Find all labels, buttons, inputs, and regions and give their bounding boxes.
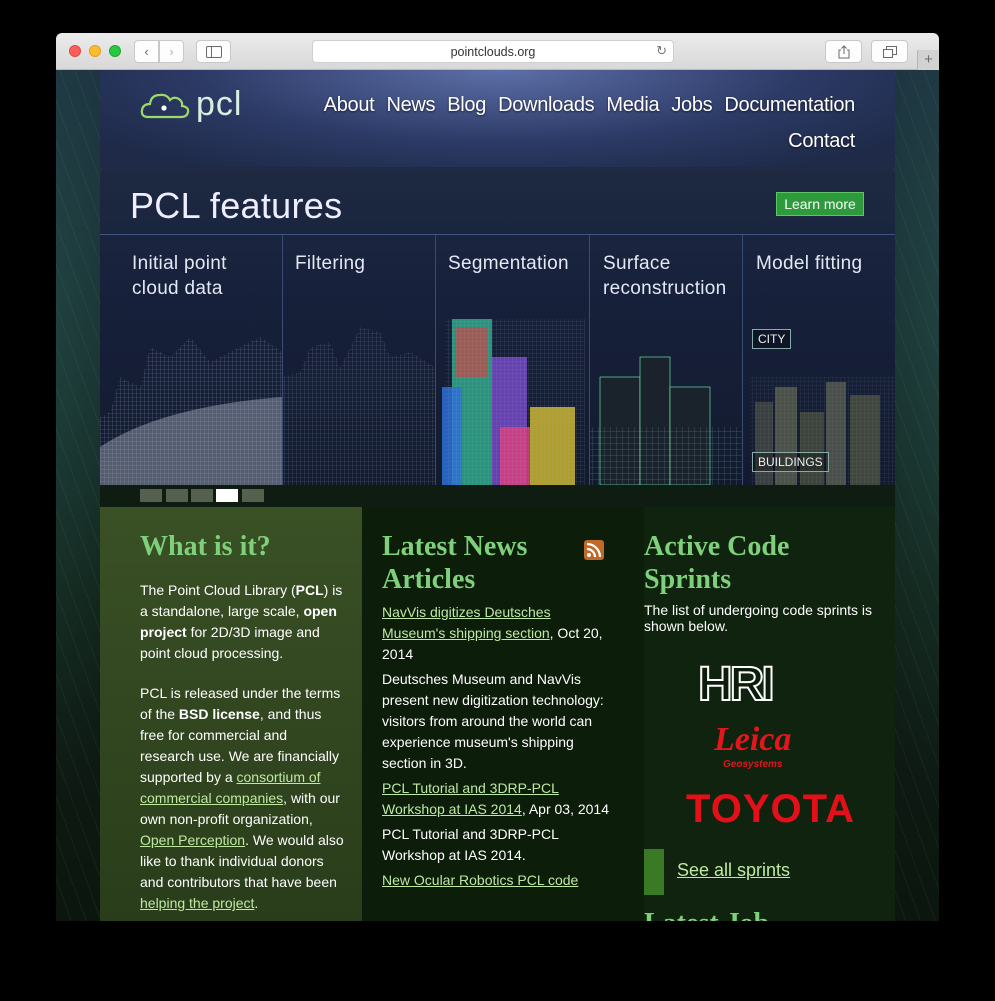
- news-item: New Ocular Robotics PCL code: [382, 870, 612, 891]
- news-link[interactable]: New Ocular Robotics PCL code: [382, 872, 578, 888]
- news-item: PCL Tutorial and 3DRP-PCL Workshop at IA…: [382, 780, 610, 817]
- nav-downloads[interactable]: Downloads: [498, 94, 595, 116]
- content-area: What is it? The Point Cloud Library (PCL…: [100, 507, 895, 921]
- forward-button[interactable]: ›: [159, 40, 184, 63]
- what-heading: What is it?: [140, 531, 271, 562]
- nav-contact[interactable]: Contact: [788, 130, 855, 152]
- url-text: pointclouds.org: [450, 44, 536, 59]
- city-tag: CITY: [752, 329, 792, 349]
- news-section: Latest News Articles NavVis digitizes Deu…: [362, 507, 644, 921]
- slide-dot[interactable]: [166, 489, 188, 502]
- hri-logo[interactable]: HRI: [697, 657, 776, 712]
- back-button[interactable]: ‹: [134, 40, 159, 63]
- news-summary: Deutsches Museum and NavVis present new …: [382, 671, 604, 771]
- what-is-it-section: What is it? The Point Cloud Library (PCL…: [100, 507, 362, 921]
- feature-label-segmentation: Segmentation: [448, 253, 569, 274]
- sidebar-icon: [205, 45, 222, 58]
- plus-icon: +: [924, 51, 933, 68]
- see-all-sprints-link[interactable]: See all sprints: [677, 860, 790, 881]
- news-summary: PCL Tutorial and 3DRP-PCL Workshop at IA…: [382, 826, 559, 863]
- leica-logo[interactable]: Leica: [714, 721, 791, 759]
- news-link[interactable]: NavVis digitizes Deutsches Museum's ship…: [382, 604, 551, 641]
- reload-icon[interactable]: ↻: [656, 43, 667, 59]
- news-heading: Latest News Articles: [382, 531, 528, 595]
- browser-toolbar: ‹ › pointclouds.org ↻ +: [56, 33, 939, 70]
- share-icon: [838, 44, 849, 58]
- slide-dot[interactable]: [242, 489, 264, 502]
- what-paragraph-1: The Point Cloud Library (PCL) is a stand…: [140, 582, 343, 661]
- slide-dot-active[interactable]: [216, 489, 238, 502]
- what-paragraph-2: PCL is released under the terms of the B…: [140, 685, 344, 911]
- cloud-icon: [140, 93, 190, 118]
- minimize-window-button[interactable]: [89, 45, 101, 57]
- web-page: pcl About News Blog Downloads Media Jobs Docum…: [56, 70, 939, 921]
- sprints-heading: Active Code Sprints: [644, 531, 790, 595]
- nav-media[interactable]: Media: [606, 94, 659, 116]
- banner-title: PCL features: [130, 185, 343, 226]
- learn-more-button[interactable]: Learn more: [776, 192, 864, 216]
- slide-indicators: [100, 485, 895, 507]
- browser-window: ‹ › pointclouds.org ↻ + pcl About News B…: [56, 33, 939, 921]
- site-header: pcl About News Blog Downloads Media Jobs Docum…: [100, 70, 895, 168]
- features-banner[interactable]: PCL features Learn more Initial point clo…: [100, 167, 895, 507]
- banner-divider: [100, 234, 895, 235]
- news-item: NavVis digitizes Deutsches Museum's ship…: [382, 604, 603, 662]
- leica-subtitle: Geosystems: [723, 759, 783, 770]
- feature-label-surface: Surface reconstruction: [603, 253, 727, 299]
- nav-about[interactable]: About: [324, 94, 375, 116]
- chevron-right-icon: ›: [169, 44, 174, 59]
- helping-link[interactable]: helping the project: [140, 895, 254, 911]
- nav-documentation[interactable]: Documentation: [724, 94, 855, 116]
- main-nav: About News Blog Downloads Media Jobs Documenta…: [255, 88, 856, 160]
- open-perception-link[interactable]: Open Perception: [140, 832, 245, 848]
- new-tab-button[interactable]: +: [917, 50, 939, 70]
- sprints-intro: The list of undergoing code sprints is s…: [644, 602, 873, 634]
- code-sprints-section: Active Code Sprints The list of undergoin…: [644, 507, 895, 921]
- buildings-tag: BUILDINGS: [752, 452, 829, 472]
- nav-news[interactable]: News: [386, 94, 435, 116]
- sprints-accent-bar: [644, 849, 664, 895]
- logo-text: pcl: [196, 85, 243, 123]
- slide-dot[interactable]: [140, 489, 162, 502]
- feature-label-filtering: Filtering: [295, 253, 366, 274]
- chevron-left-icon: ‹: [144, 44, 149, 59]
- zoom-window-button[interactable]: [109, 45, 121, 57]
- rss-icon[interactable]: [584, 540, 604, 560]
- pcl-logo[interactable]: pcl: [140, 85, 242, 124]
- feature-label-model-fitting: Model fitting: [756, 253, 863, 274]
- feature-label-initial: Initial point cloud data: [132, 253, 227, 299]
- toyota-logo[interactable]: TOYOTA: [686, 787, 855, 832]
- share-button[interactable]: [825, 40, 862, 63]
- slide-dot[interactable]: [191, 489, 213, 502]
- address-bar[interactable]: pointclouds.org ↻: [312, 40, 674, 63]
- latest-job-heading: Latest Job: [644, 907, 769, 921]
- nav-blog[interactable]: Blog: [447, 94, 486, 116]
- show-tabs-button[interactable]: [871, 40, 908, 63]
- tabs-icon: [882, 45, 897, 58]
- nav-jobs[interactable]: Jobs: [671, 94, 712, 116]
- sidebar-toggle-button[interactable]: [196, 40, 231, 63]
- close-window-button[interactable]: [69, 45, 81, 57]
